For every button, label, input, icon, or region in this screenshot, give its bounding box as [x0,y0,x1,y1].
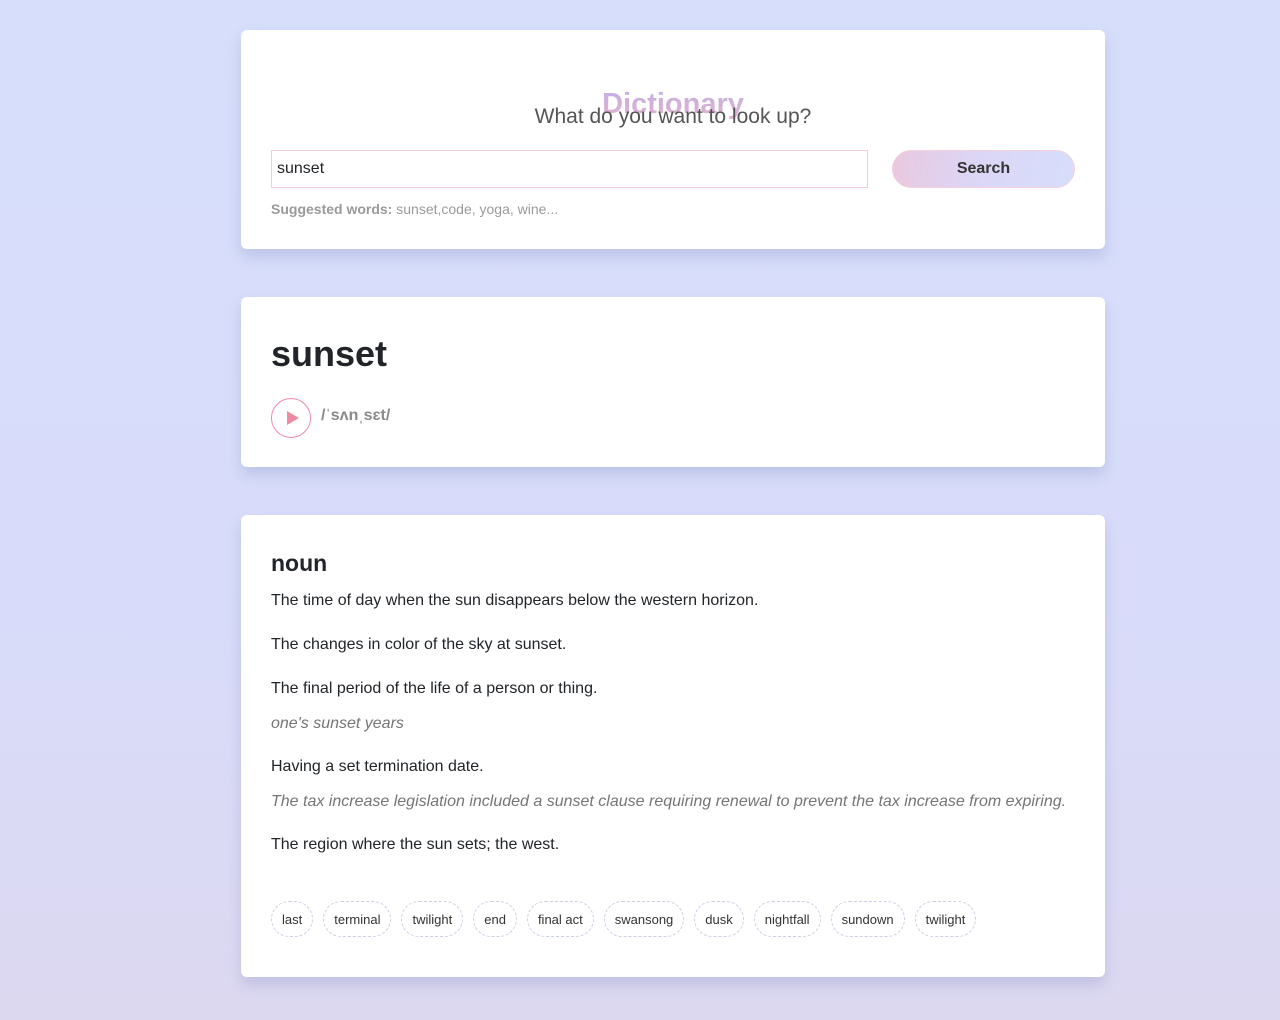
app-subtitle: What do you want to look up? [534,105,812,128]
synonym-chip[interactable]: swansong [603,901,685,937]
suggested-words-list: sunset,code, yoga, wine... [396,201,559,217]
synonym-chip[interactable]: sundown [830,901,905,937]
synonym-chip[interactable]: nightfall [753,901,821,937]
search-card: Dictionary What do you want to look up? … [241,30,1105,249]
definition-text: The changes in color of the sky at sunse… [271,636,567,653]
play-pronunciation-button[interactable] [271,398,311,438]
definition-example: one's sunset years [271,715,404,732]
synonym-chip[interactable]: twilight [914,901,977,937]
definition-example: The tax increase legislation included a … [271,793,1067,810]
definition-text: Having a set termination date. [271,758,484,775]
synonym-chip[interactable]: last [271,901,314,937]
definition-item: The final period of the life of a person… [271,678,1071,736]
synonym-chip[interactable]: twilight [401,901,464,937]
search-button[interactable]: Search [892,150,1075,188]
word-card: sunset /ˈsʌnˌsɛt/ [241,297,1105,467]
definition-item: The region where the sun sets; the west. [271,834,1071,856]
suggested-words: Suggested words: sunset,code, yoga, wine… [271,201,558,217]
definition-item: The changes in color of the sky at sunse… [271,634,1071,656]
phonetic: /ˈsʌnˌsɛt/ [321,407,391,424]
definitions-list: The time of day when the sun disappears … [271,590,1071,878]
search-input[interactable] [271,150,868,188]
definition-item: The time of day when the sun disappears … [271,590,1071,612]
synonym-chip[interactable]: final act [526,901,594,937]
meaning-card: noun The time of day when the sun disapp… [241,515,1105,977]
suggested-words-label: Suggested words: [271,201,393,217]
synonyms-list: last terminal twilight end final act swa… [271,901,977,937]
definition-text: The time of day when the sun disappears … [271,592,759,609]
definition-text: The region where the sun sets; the west. [271,836,560,853]
headword: sunset [271,333,388,374]
synonym-chip[interactable]: end [473,901,517,937]
synonym-chip[interactable]: dusk [694,901,744,937]
definition-text: The final period of the life of a person… [271,680,598,697]
synonym-chip[interactable]: terminal [323,901,392,937]
play-icon [286,411,299,425]
part-of-speech: noun [271,550,328,576]
definition-item: Having a set termination date. The tax i… [271,756,1071,814]
